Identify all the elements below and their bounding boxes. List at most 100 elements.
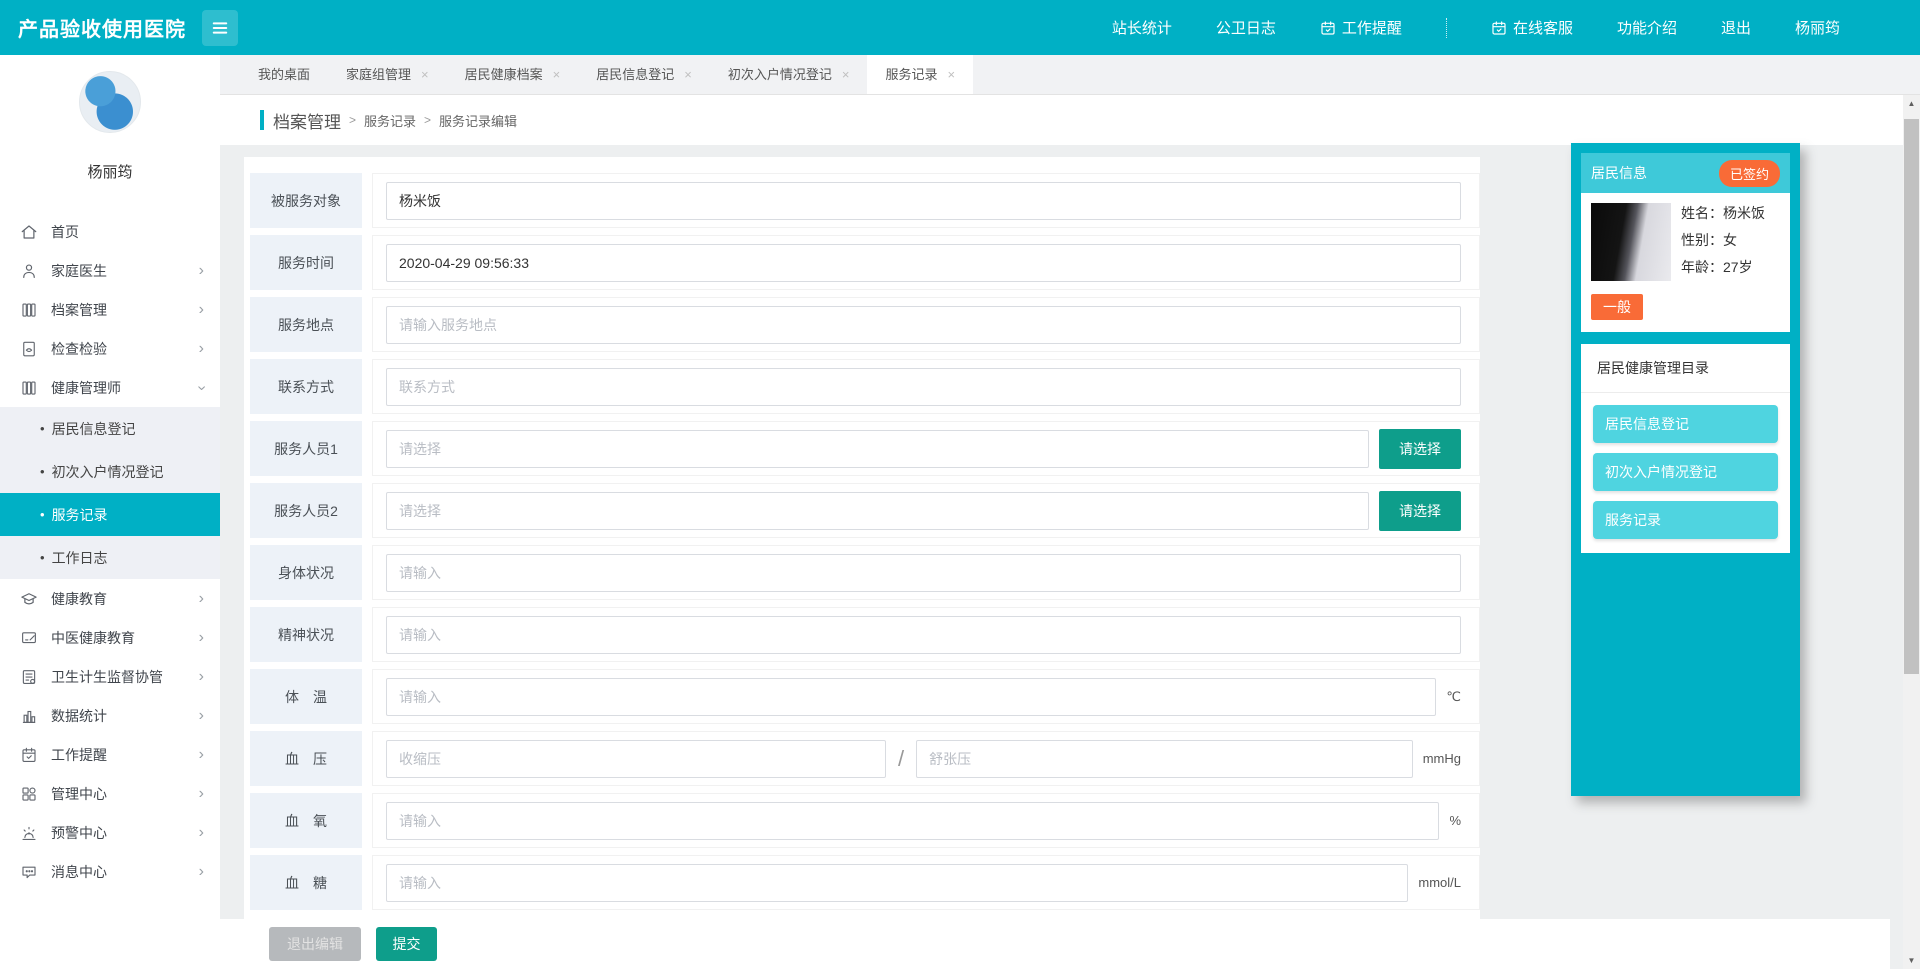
physical-condition-input[interactable] [386,553,1461,592]
tab-first-visit-register[interactable]: 初次入户情况登记 × [710,55,868,94]
scroll-up-arrow-icon[interactable]: ▲ [1903,95,1920,112]
body-temperature-input[interactable] [386,677,1437,716]
header-nav: 站长统计 公卫日志 工作提醒 在线客服 功能介绍 退出 杨丽筠 [1112,17,1840,38]
chevron-right-icon: › [198,667,204,685]
service-time-input[interactable] [386,243,1461,282]
sidebar-item-work-reminder[interactable]: 工作提醒 › [0,735,220,774]
sidebar-item-family-doctor[interactable]: 家庭医生 › [0,251,220,290]
bar-chart-icon [20,707,38,725]
catalog-service-record-button[interactable]: 服务记录 [1593,501,1778,539]
resident-info-panel: 居民信息 已签约 姓名：杨米饭 性别：女 年龄：27岁 一般 居民健康管理目录 … [1571,143,1800,796]
submenu-first-visit-register[interactable]: • 初次入户情况登记 [0,450,220,493]
calendar-check-icon [20,746,38,764]
panel-title: 居民信息 [1591,165,1647,181]
nav-work-reminder[interactable]: 工作提醒 [1320,17,1402,38]
service-place-input[interactable] [386,305,1461,344]
nav-online-service[interactable]: 在线客服 [1491,17,1573,38]
catalog-first-visit-register-button[interactable]: 初次入户情况登记 [1593,453,1778,491]
close-icon[interactable]: × [684,55,692,94]
grid-icon [20,785,38,803]
resident-info-card: 居民信息 已签约 姓名：杨米饭 性别：女 年龄：27岁 一般 [1581,153,1790,332]
service-staff-2-input[interactable] [386,491,1369,530]
service-staff-1-input[interactable] [386,429,1369,468]
service-staff-2-select-button[interactable]: 请选择 [1379,490,1461,531]
teaching-board-icon [20,629,38,647]
nav-current-user[interactable]: 杨丽筠 [1795,17,1840,38]
alarm-icon [20,824,38,842]
sidebar-item-alert-center[interactable]: 预警中心 › [0,813,220,852]
contact-input[interactable] [386,367,1461,406]
archive-icon [20,379,38,397]
tab-family-group[interactable]: 家庭组管理 × [328,55,447,94]
diastolic-pressure-input[interactable] [916,739,1413,778]
chevron-right-icon: › [198,862,204,880]
close-icon[interactable]: × [842,55,850,94]
sidebar-item-health-manager[interactable]: 健康管理师 › [0,368,220,407]
form-row-service-time: 服务时间 [250,235,1480,290]
breadcrumb-item: 服务记录 [364,113,417,129]
exit-edit-button[interactable]: 退出编辑 [269,927,361,961]
scroll-down-arrow-icon[interactable]: ▼ [1903,952,1920,969]
close-icon[interactable]: × [947,55,955,94]
sidebar-item-health-education[interactable]: 健康教育 › [0,579,220,618]
chevron-right-icon: › [198,300,204,318]
service-staff-1-select-button[interactable]: 请选择 [1379,428,1461,469]
sidebar-item-home[interactable]: 首页 [0,212,220,251]
submit-button[interactable]: 提交 [376,927,437,961]
submenu-resident-info-register[interactable]: • 居民信息登记 [0,407,220,450]
doctor-icon [20,262,38,280]
form-row-service-target: 被服务对象 [250,173,1480,228]
hamburger-menu-button[interactable] [202,9,238,46]
header-divider [1445,17,1447,38]
sidebar-username: 杨丽筠 [87,164,133,181]
form-row-mental-condition: 精神状况 [250,607,1480,662]
resident-level-badge: 一般 [1591,294,1643,320]
breadcrumb-accent-bar [260,110,264,130]
sidebar-item-tcm-health-education[interactable]: 中医健康教育 › [0,618,220,657]
form-row-service-staff-1: 服务人员1 请选择 [250,421,1480,476]
form-row-blood-pressure: 血 压 / mmHg [250,731,1480,786]
tab-resident-info-register[interactable]: 居民信息登记 × [578,55,710,94]
tab-resident-health-archive[interactable]: 居民健康档案 × [447,55,579,94]
nav-feature-intro[interactable]: 功能介绍 [1617,17,1677,38]
calendar-icon [1320,20,1336,36]
systolic-pressure-input[interactable] [386,739,886,778]
unit-label: % [1449,813,1461,828]
chat-bubble-icon [20,863,38,881]
chevron-right-icon: › [198,261,204,279]
chevron-right-icon: › [198,784,204,802]
tab-service-record[interactable]: 服务记录 × [867,55,974,94]
sidebar-item-data-statistics[interactable]: 数据统计 › [0,696,220,735]
service-target-input[interactable] [386,181,1461,220]
form-row-body-temperature: 体 温 ℃ [250,669,1480,724]
scrollbar-thumb[interactable] [1904,119,1919,674]
tab-my-desktop[interactable]: 我的桌面 [240,55,328,94]
nav-logout[interactable]: 退出 [1721,17,1751,38]
blood-sugar-input[interactable] [386,863,1409,902]
unit-label: ℃ [1446,688,1461,704]
sidebar-item-admin-center[interactable]: 管理中心 › [0,774,220,813]
submenu-work-log[interactable]: • 工作日志 [0,536,220,579]
chevron-right-icon: › [198,339,204,357]
form-action-bar: 退出编辑 提交 [220,919,1890,969]
service-record-form: 被服务对象 服务时间 服务地点 联系方式 服务人员1 请选择 服务人员2 [244,157,1480,921]
blood-oxygen-input[interactable] [386,801,1440,840]
sidebar-item-archive-management[interactable]: 档案管理 › [0,290,220,329]
chevron-right-icon: › [198,628,204,646]
sidebar-item-exam-inspection[interactable]: 检查检验 › [0,329,220,368]
catalog-resident-info-register-button[interactable]: 居民信息登记 [1593,405,1778,443]
resident-name: 杨米饭 [1723,205,1765,221]
close-icon[interactable]: × [553,55,561,94]
chevron-right-icon: › [198,823,204,841]
sidebar-item-sanitation-supervision[interactable]: 卫生计生监督协管 › [0,657,220,696]
mental-condition-input[interactable] [386,615,1461,654]
submenu-service-record[interactable]: • 服务记录 [0,493,220,536]
user-avatar[interactable] [79,71,141,133]
nav-site-stats[interactable]: 站长统计 [1112,17,1172,38]
nav-public-health-log[interactable]: 公卫日志 [1216,17,1276,38]
vertical-scrollbar[interactable]: ▲ ▼ [1903,95,1920,969]
form-row-blood-sugar: 血 糖 mmol/L [250,855,1480,910]
form-row-blood-oxygen: 血 氧 % [250,793,1480,848]
close-icon[interactable]: × [421,55,429,94]
sidebar-item-message-center[interactable]: 消息中心 › [0,852,220,891]
